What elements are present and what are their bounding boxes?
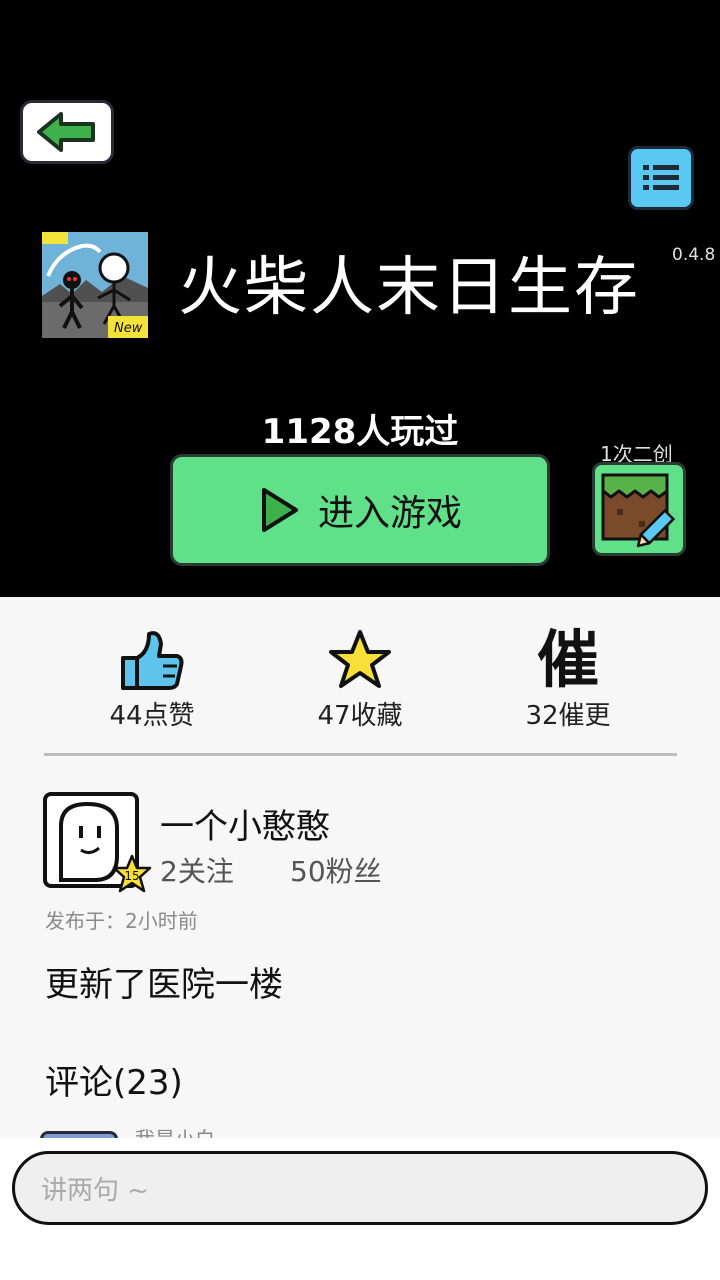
game-title: 火柴人末日生存 xyxy=(178,251,640,325)
like-count: 44点赞 xyxy=(109,701,195,731)
version-label: 0.4.8 xyxy=(672,245,716,265)
thumbs-up-icon xyxy=(121,631,184,690)
published-time: 发布于：2小时前 xyxy=(45,909,198,933)
enter-game-button[interactable]: 进入游戏 xyxy=(170,454,550,566)
remix-button[interactable] xyxy=(592,462,686,556)
comments-title: 评论(23) xyxy=(45,1063,183,1103)
urge-icon: 催 xyxy=(536,623,599,696)
like-stat[interactable]: 44点赞 xyxy=(62,627,242,732)
urge-stat[interactable]: 催 32催更 xyxy=(478,627,658,732)
star-icon xyxy=(329,630,391,688)
back-button[interactable] xyxy=(20,100,114,164)
level-badge: 15 xyxy=(112,854,152,893)
level-text: 15 xyxy=(124,869,139,883)
list-icon xyxy=(643,165,679,190)
play-icon xyxy=(261,488,298,532)
enter-game-label: 进入游戏 xyxy=(317,493,462,534)
urge-count: 32催更 xyxy=(525,701,611,731)
svg-text:New: New xyxy=(114,321,143,336)
arrow-left-icon xyxy=(37,112,95,152)
comment-input[interactable]: 讲两句 ~ xyxy=(12,1151,708,1225)
fan-count[interactable]: 50粉丝 xyxy=(290,850,382,890)
favorite-stat[interactable]: 47收藏 xyxy=(270,627,450,732)
author-name[interactable]: 一个小憨憨 xyxy=(160,799,330,848)
post-content: 更新了医院一楼 xyxy=(45,965,283,1005)
favorite-count: 47收藏 xyxy=(317,701,403,731)
game-header: New 火柴人末日生存 0.4.8 1128人玩过 进入游戏 1次二创 xyxy=(0,0,720,597)
menu-button[interactable] xyxy=(628,146,694,210)
edit-block-icon xyxy=(601,473,676,548)
game-cover-image: New xyxy=(42,232,148,338)
divider xyxy=(44,753,677,756)
comment-input-bar: 讲两句 ~ xyxy=(0,1138,720,1280)
follow-count[interactable]: 2关注 xyxy=(160,850,234,890)
